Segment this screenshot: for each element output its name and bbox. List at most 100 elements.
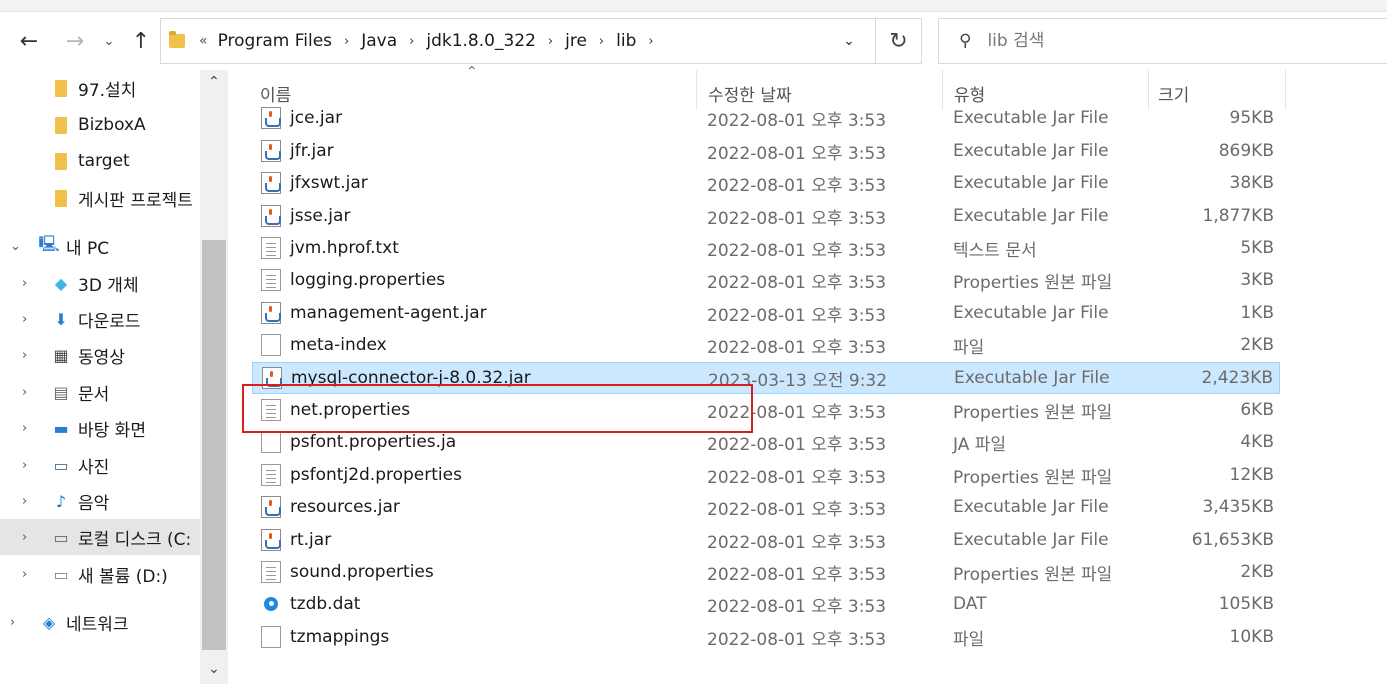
address-history-dropdown[interactable]: ⌄ (833, 19, 865, 63)
chevron-right-icon[interactable]: › (22, 312, 27, 327)
chevron-down-icon[interactable]: ⌄ (10, 239, 21, 254)
chevron-right-icon[interactable]: › (22, 348, 27, 363)
file-name: jfxswt.jar (290, 173, 368, 193)
breadcrumb-item[interactable]: Java (361, 31, 397, 51)
nav-item[interactable]: › ⬇ 다운로드 (0, 301, 200, 337)
file-row[interactable]: jsse.jar 2022-08-01 오후 3:53 Executable Jar… (252, 200, 1280, 232)
breadcrumb-item[interactable]: Program Files (218, 31, 332, 51)
file-row[interactable]: jvm.hprof.txt 2022-08-01 오후 3:53 텍스트 문서 5KB (252, 232, 1280, 264)
file-name: psfontj2d.properties (290, 465, 462, 485)
file-size: 6KB (1240, 400, 1274, 420)
search-box[interactable]: ⚲ (938, 18, 1387, 64)
properties-icon (261, 269, 281, 291)
file-date-modified: 2022-08-01 오후 3:53 (707, 499, 887, 520)
file-name: mysql-connector-j-8.0.32.jar (291, 368, 531, 388)
jar-icon (261, 140, 281, 162)
file-date-modified: 2023-03-13 오전 9:32 (708, 370, 888, 391)
sort-ascending-icon: ⌃ (466, 64, 478, 80)
scroll-up-button[interactable]: ⌃ (200, 74, 228, 96)
forward-arrow-icon: → (65, 28, 85, 54)
file-row[interactable]: meta-index 2022-08-01 오후 3:53 파일 2KB (252, 329, 1280, 361)
file-size: 5KB (1240, 238, 1274, 258)
file-date-modified: 2022-08-01 오후 3:53 (707, 629, 887, 650)
chevron-right-icon[interactable]: › (22, 567, 27, 582)
file-row[interactable]: tzdb.dat 2022-08-01 오후 3:53 DAT 105KB (252, 588, 1280, 620)
folder-icon (50, 78, 72, 98)
file-row[interactable]: jce.jar 2022-08-01 오후 3:53 Executable Jar … (252, 102, 1280, 134)
chevron-right-icon[interactable]: › (22, 276, 27, 291)
file-name: management-agent.jar (290, 303, 487, 323)
chevron-down-icon: ⌄ (103, 33, 115, 49)
nav-item[interactable]: 게시판 프로젝트 (0, 180, 200, 216)
nav-item-label: target (78, 151, 130, 171)
chevron-right-icon[interactable]: › (548, 34, 553, 49)
nav-item[interactable]: › ◈ 네트워크 (0, 604, 200, 640)
file-row[interactable]: sound.properties 2022-08-01 오후 3:53 Proper… (252, 556, 1280, 588)
chevron-right-icon[interactable]: › (344, 34, 349, 49)
navigation-pane: 97.설치 BizboxA target 게시판 프로젝트 ⌄ 🖳 내 PC › ◆ 3D 개체 ›… (0, 70, 228, 691)
search-input[interactable] (987, 31, 1348, 51)
nav-item[interactable]: BizboxA (0, 107, 200, 143)
file-row[interactable]: psfontj2d.properties 2022-08-01 오후 3:53 Pr… (252, 459, 1280, 491)
scrollbar-thumb[interactable] (202, 240, 226, 650)
file-row[interactable]: jfxswt.jar 2022-08-01 오후 3:53 Executable J… (252, 167, 1280, 199)
address-bar[interactable]: « Program Files › Java › jdk1.8.0_322 › jre › li… (160, 18, 922, 64)
nav-item[interactable]: ⌄ 🖳 내 PC (0, 228, 200, 264)
file-row[interactable]: tzmappings 2022-08-01 오후 3:53 파일 10KB (252, 621, 1280, 653)
scroll-down-button[interactable]: ⌄ (200, 661, 228, 683)
file-row[interactable]: resources.jar 2022-08-01 오후 3:53 Executabl… (252, 491, 1280, 523)
nav-item[interactable]: › ▬ 바탕 화면 (0, 410, 200, 446)
chevron-right-icon[interactable]: › (10, 615, 15, 630)
breadcrumb-overflow-button[interactable]: « (199, 33, 208, 49)
breadcrumb-item[interactable]: jdk1.8.0_322 (426, 31, 536, 51)
file-row[interactable]: psfont.properties.ja 2022-08-01 오후 3:53 JA… (252, 426, 1280, 458)
file-date-modified: 2022-08-01 오후 3:53 (707, 337, 887, 358)
up-arrow-icon: ↑ (131, 28, 151, 54)
nav-item[interactable]: › ▤ 문서 (0, 374, 200, 410)
file-name: logging.properties (290, 270, 446, 290)
file-row[interactable]: mysql-connector-j-8.0.32.jar 2023-03-13 오… (252, 362, 1280, 394)
file-date-modified: 2022-08-01 오후 3:53 (707, 98, 886, 99)
nav-item[interactable]: › ▭ 로컬 디스크 (C: (0, 519, 200, 555)
file-date-modified: 2022-08-01 오후 3:53 (707, 434, 887, 455)
properties-icon (261, 561, 281, 583)
nav-item[interactable]: › ♪ 음악 (0, 483, 200, 519)
file-type: DAT (953, 594, 987, 614)
file-row[interactable]: net.properties 2022-08-01 오후 3:53 Properti… (252, 394, 1280, 426)
chevron-right-icon[interactable]: › (22, 458, 27, 473)
nav-item[interactable]: › ◆ 3D 개체 (0, 265, 200, 301)
file-type: Executable Jar File (953, 206, 1109, 226)
file-type: Executable Jar File (953, 530, 1109, 550)
back-button[interactable]: ← (12, 26, 46, 56)
navigation-scrollbar[interactable]: ⌃ ⌄ (200, 70, 228, 691)
file-row[interactable]: rt.jar 2022-08-01 오후 3:53 Executable Jar F… (252, 524, 1280, 556)
nav-item[interactable]: target (0, 143, 200, 179)
nav-item[interactable]: › ▦ 동영상 (0, 337, 200, 373)
file-row[interactable]: logging.properties 2022-08-01 오후 3:53 Prop… (252, 264, 1280, 296)
picture-icon: ▭ (53, 455, 69, 475)
file-type: Properties 원본 파일 (953, 272, 1113, 293)
chevron-right-icon[interactable]: › (648, 34, 653, 49)
chevron-right-icon[interactable]: › (22, 385, 27, 400)
chevron-right-icon[interactable]: › (22, 421, 27, 436)
chevron-right-icon[interactable]: › (599, 34, 604, 49)
up-button[interactable]: ↑ (126, 26, 156, 56)
breadcrumb-item[interactable]: lib (616, 31, 636, 51)
chevron-right-icon[interactable]: › (409, 34, 414, 49)
forward-button[interactable]: → (58, 26, 92, 56)
chevron-right-icon[interactable]: › (22, 530, 27, 545)
file-row[interactable]: management-agent.jar 2022-08-01 오후 3:53 Ex… (252, 297, 1280, 329)
nav-item[interactable]: › ▭ 새 볼륨 (D:) (0, 556, 200, 592)
nav-item[interactable]: 97.설치 (0, 70, 200, 106)
file-type: JA 파일 (953, 434, 1007, 455)
file-row[interactable]: jfr.jar 2022-08-01 오후 3:53 Executable Jar … (252, 135, 1280, 167)
breadcrumb-item[interactable]: jre (565, 31, 587, 51)
file-type: Properties 원본 파일 (953, 467, 1113, 488)
file-icon (261, 334, 281, 356)
nav-item[interactable]: › ▭ 사진 (0, 447, 200, 483)
refresh-button[interactable]: ↻ (875, 19, 921, 63)
recent-locations-button[interactable]: ⌄ (98, 26, 120, 56)
file-date-modified: 2022-08-01 오후 3:53 (707, 143, 887, 164)
chevron-right-icon[interactable]: › (22, 494, 27, 509)
file-size: 61,653KB (1191, 530, 1274, 550)
